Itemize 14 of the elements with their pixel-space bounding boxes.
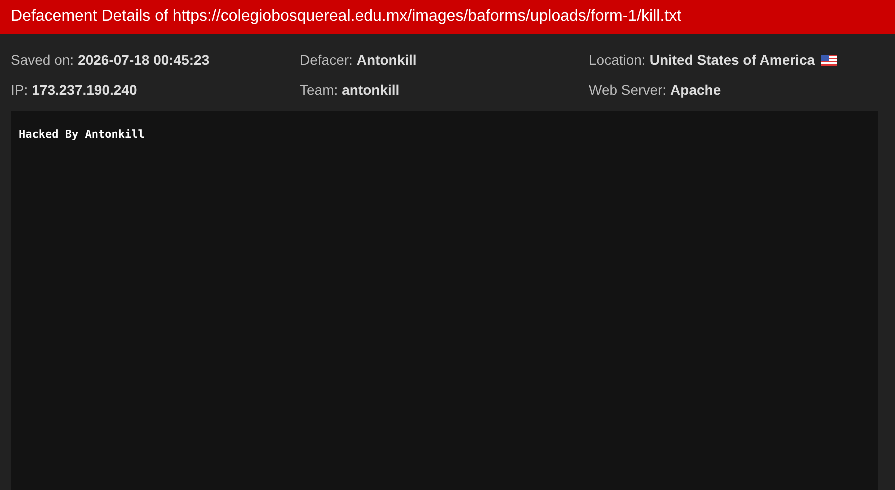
detail-value: antonkill [342,82,400,98]
detail-label: Team: [300,82,338,98]
detail-label: Location: [589,52,646,68]
detail-label: Saved on: [11,52,74,68]
detail-value: 2026-07-18 00:45:23 [78,52,210,68]
detail-value: Antonkill [356,52,417,68]
detail-value: 173.237.190.240 [32,82,138,98]
deface-text: Hacked By Antonkill [19,128,145,141]
detail-label: Defacer: [300,52,353,68]
page-title: Defacement Details of https://colegiobosquereal.edu.mx/images/baforms/uploads/form-1/kill.txt [11,8,682,26]
detail-label: IP: [11,82,28,98]
detail-value: United States of America [650,52,816,68]
detail-label: Web Server: [589,82,667,98]
detail-value: Apache [670,82,722,98]
